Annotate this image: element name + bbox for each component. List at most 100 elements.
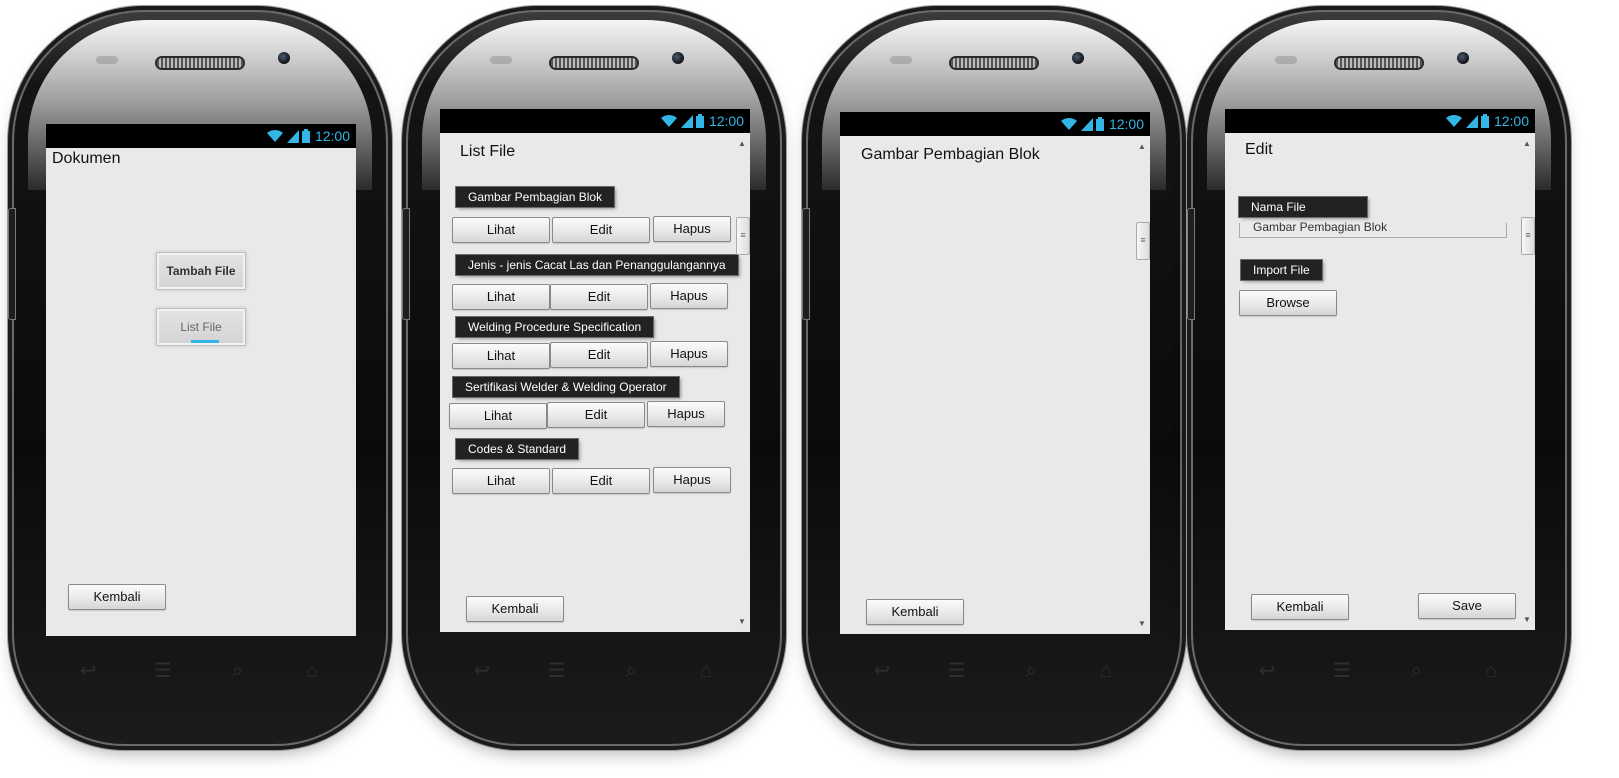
name-file-label: Nama File [1239,197,1367,217]
volume-button[interactable] [402,208,410,320]
scrollbar[interactable]: ▲ ≡ ▼ [1136,136,1150,634]
earpiece-speaker [951,58,1037,68]
back-icon[interactable]: ↩ [468,660,496,682]
signal-icon [1465,115,1478,128]
back-button[interactable]: Kembali [466,596,564,622]
home-icon[interactable]: ⌂ [692,660,720,682]
back-button[interactable]: Kembali [866,599,964,625]
home-icon[interactable]: ⌂ [298,660,326,682]
status-bar: 12:00 [840,112,1150,136]
proximity-sensor [1275,56,1297,64]
add-file-button[interactable]: Tambah File [156,252,246,290]
edit-button[interactable]: Edit [552,217,650,243]
scroll-down-icon[interactable]: ▼ [1523,615,1531,624]
wifi-icon [1445,114,1462,127]
hardware-nav: ↩ ☰ ⌕ ⌂ [1253,656,1505,686]
view-button[interactable]: Lihat [452,284,550,310]
view-button[interactable]: Lihat [452,343,550,369]
browse-button[interactable]: Browse [1239,290,1337,316]
scroll-thumb[interactable]: ≡ [1136,222,1150,260]
view-button[interactable]: Lihat [452,468,550,494]
view-button[interactable]: Lihat [449,403,547,429]
proximity-sensor [96,56,118,64]
phone-dokumen: 12:00 Dokumen Tambah File List File Kemb… [8,12,386,744]
battery-icon [1480,114,1489,128]
menu-icon[interactable]: ☰ [543,660,571,682]
delete-button[interactable]: Hapus [653,467,731,493]
delete-button[interactable]: Hapus [647,401,725,427]
search-icon[interactable]: ⌕ [1402,660,1430,682]
back-icon[interactable]: ↩ [1253,660,1281,682]
delete-button[interactable]: Hapus [653,216,731,242]
search-icon[interactable]: ⌕ [1017,660,1045,682]
phone-view-file: 12:00 Gambar Pembagian Blok Kembali ▲ ≡ … [802,12,1180,744]
scroll-down-icon[interactable]: ▼ [738,617,746,626]
back-icon[interactable]: ↩ [868,660,896,682]
scroll-down-icon[interactable]: ▼ [1138,619,1146,628]
wifi-icon [1060,117,1077,130]
back-button[interactable]: Kembali [1251,594,1349,620]
scroll-thumb[interactable]: ≡ [736,217,750,255]
volume-button[interactable] [1187,208,1195,320]
proximity-sensor [890,56,912,64]
page-title: List File [460,143,516,160]
volume-button[interactable] [802,208,810,320]
home-icon[interactable]: ⌂ [1477,660,1505,682]
volume-button[interactable] [8,208,16,320]
front-camera [278,52,290,64]
name-file-input[interactable] [1239,223,1507,238]
view-button[interactable]: Lihat [452,217,550,243]
screen-list-file: 12:00 List File Gambar Pembagian Blok Li… [440,109,750,632]
front-camera [672,52,684,64]
edit-button[interactable]: Edit [550,284,648,310]
screen-dokumen: 12:00 Dokumen Tambah File List File Kemb… [46,124,356,636]
file-label: Codes & Standard [456,439,579,459]
earpiece-speaker [551,58,637,68]
back-icon[interactable]: ↩ [74,660,102,682]
scroll-thumb[interactable]: ≡ [1521,217,1535,255]
pressed-indicator [191,340,219,343]
scroll-up-icon[interactable]: ▲ [1523,139,1531,148]
file-label: Jenis - jenis Cacat Las dan Penanggulang… [456,255,738,275]
signal-icon [1080,118,1093,131]
scroll-up-icon[interactable]: ▲ [738,139,746,148]
hardware-nav: ↩ ☰ ⌕ ⌂ [74,656,326,686]
hardware-nav: ↩ ☰ ⌕ ⌂ [868,656,1120,686]
app-view-file: Gambar Pembagian Blok Kembali ▲ ≡ ▼ [840,136,1150,634]
status-bar: 12:00 [1225,109,1535,133]
edit-button[interactable]: Edit [550,342,648,368]
edit-button[interactable]: Edit [552,468,650,494]
status-time: 12:00 [314,128,350,144]
list-file-button[interactable]: List File [156,308,246,346]
file-label: Gambar Pembagian Blok [456,187,615,207]
front-camera [1072,52,1084,64]
home-icon[interactable]: ⌂ [1092,660,1120,682]
menu-icon[interactable]: ☰ [149,660,177,682]
app-dokumen: Dokumen Tambah File List File Kembali [46,148,356,636]
battery-icon [1095,117,1104,131]
page-title: Gambar Pembagian Blok [861,146,1040,163]
search-icon[interactable]: ⌕ [223,660,251,682]
scrollbar[interactable]: ▲ ≡ ▼ [1521,133,1535,630]
phone-list-file: 12:00 List File Gambar Pembagian Blok Li… [402,12,780,744]
menu-icon[interactable]: ☰ [943,660,971,682]
page-title: Dokumen [52,150,121,167]
file-label: Sertifikasi Welder & Welding Operator [453,377,679,397]
back-button[interactable]: Kembali [68,584,166,610]
screen-view-file: 12:00 Gambar Pembagian Blok Kembali ▲ ≡ … [840,112,1150,634]
delete-button[interactable]: Hapus [650,283,728,309]
status-time: 12:00 [1493,113,1529,129]
delete-button[interactable]: Hapus [650,341,728,367]
list-file-label: List File [180,320,222,334]
scroll-up-icon[interactable]: ▲ [1138,142,1146,151]
scrollbar[interactable]: ▲ ≡ ▼ [736,133,750,632]
menu-icon[interactable]: ☰ [1328,660,1356,682]
phone-edit-file: 12:00 Edit Nama File Gambar Pembagian Bl… [1187,12,1565,744]
edit-button[interactable]: Edit [547,402,645,428]
proximity-sensor [490,56,512,64]
search-icon[interactable]: ⌕ [617,660,645,682]
save-button[interactable]: Save [1418,593,1516,619]
battery-icon [695,114,704,128]
file-label: Welding Procedure Specification [456,317,654,337]
signal-icon [286,130,299,143]
